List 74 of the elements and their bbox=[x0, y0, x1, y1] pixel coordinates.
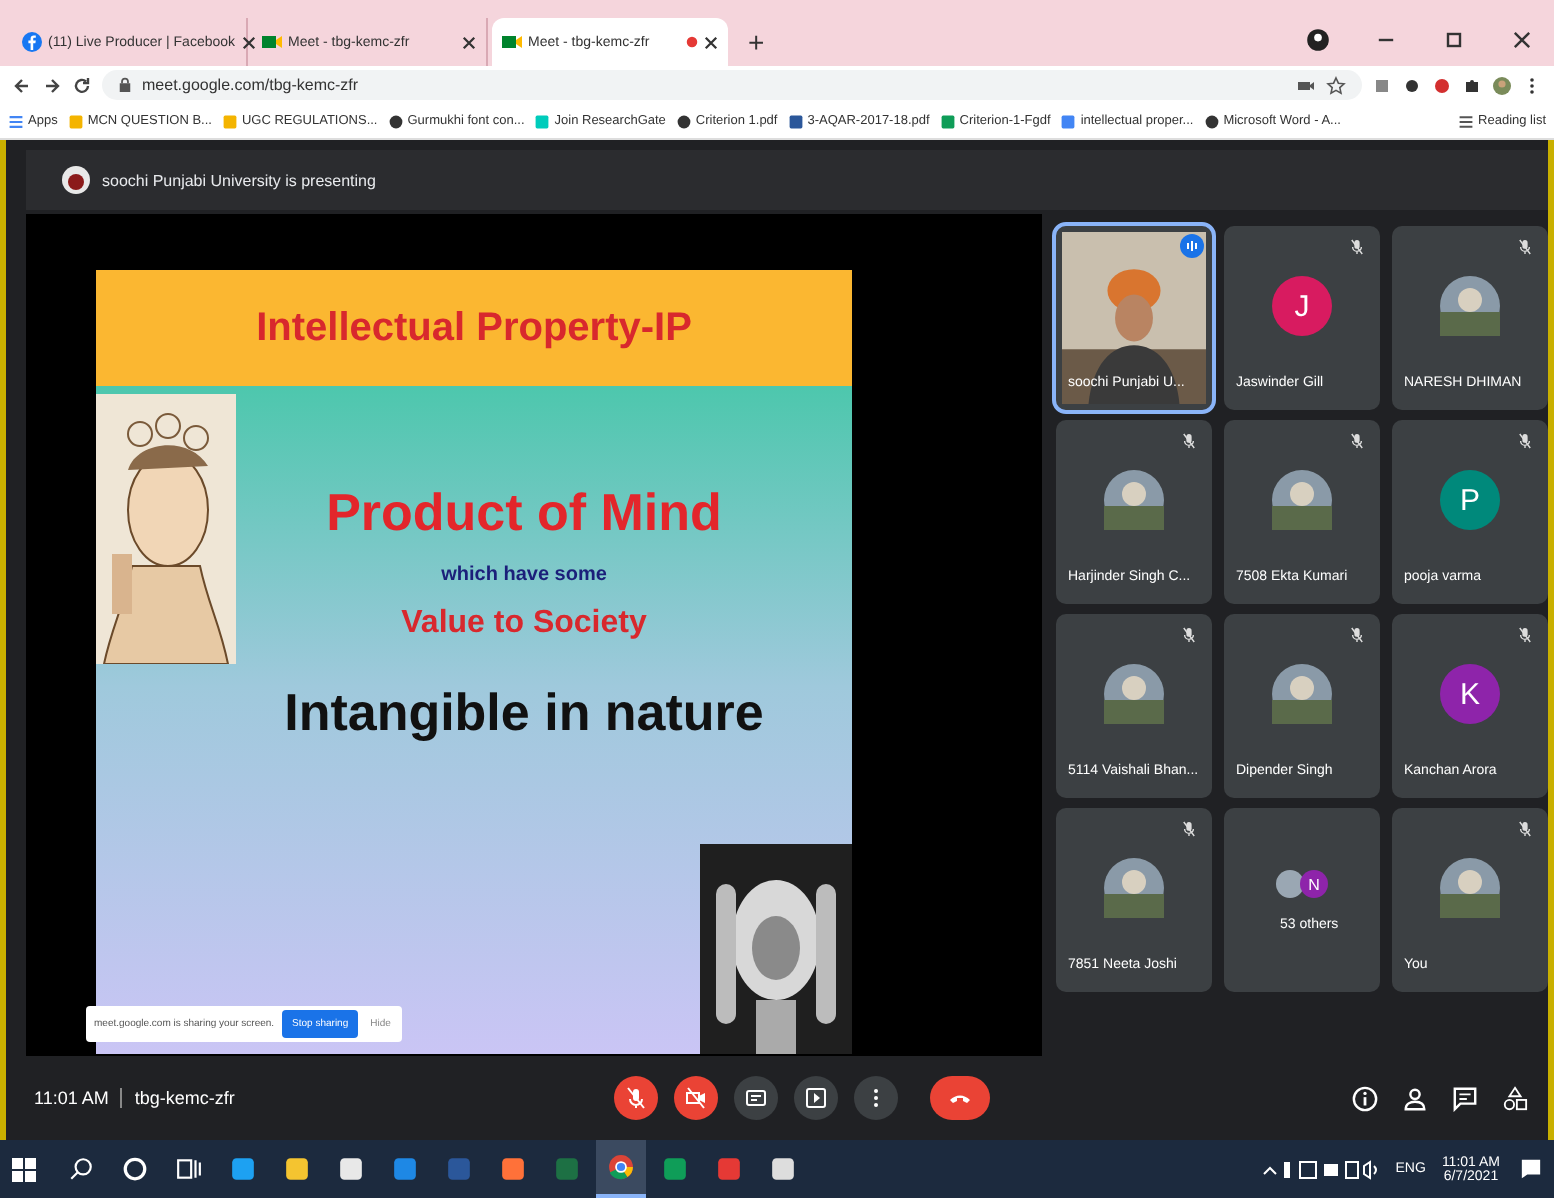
bookmark-icon bbox=[787, 113, 804, 129]
slide-statement: Intangible in nature bbox=[284, 682, 764, 744]
bookmark-icon bbox=[221, 113, 238, 129]
app-icon bbox=[770, 1156, 796, 1182]
folder-icon bbox=[67, 113, 84, 129]
more-button[interactable] bbox=[854, 1076, 898, 1120]
app-icon bbox=[338, 1156, 364, 1182]
chat-icon[interactable] bbox=[1452, 1085, 1478, 1111]
app-icon bbox=[500, 1156, 526, 1182]
globe-icon bbox=[1203, 113, 1220, 129]
camera-icon bbox=[262, 32, 282, 52]
camera-icon bbox=[502, 32, 522, 52]
forward-icon[interactable] bbox=[42, 75, 62, 95]
letter-avatar: P bbox=[1440, 470, 1500, 530]
app-icon bbox=[662, 1156, 688, 1182]
address-bar[interactable]: meet.google.com/tbg-kemc-zfr bbox=[102, 70, 1362, 100]
list-icon bbox=[1458, 113, 1475, 129]
present-icon bbox=[804, 1086, 828, 1110]
app-icon bbox=[716, 1156, 742, 1182]
task-view-icon bbox=[176, 1156, 202, 1182]
app-icon bbox=[554, 1156, 580, 1182]
close-icon[interactable] bbox=[704, 35, 718, 49]
meeting-code: tbg-kemc-zfr bbox=[134, 1088, 235, 1108]
bookmark-icon bbox=[534, 113, 551, 129]
maximize-icon[interactable] bbox=[1442, 28, 1466, 52]
search-icon bbox=[68, 1156, 94, 1182]
notification-icon[interactable] bbox=[1520, 1158, 1542, 1180]
new-tab-button[interactable]: + bbox=[732, 26, 781, 66]
end-call-button[interactable] bbox=[930, 1076, 990, 1120]
speaking-icon bbox=[1180, 234, 1204, 258]
close-icon[interactable] bbox=[1510, 28, 1534, 52]
mic-off-icon bbox=[624, 1086, 648, 1110]
bookmark-icon bbox=[1060, 113, 1077, 129]
slide-tagline: Value to Society bbox=[401, 606, 647, 642]
close-icon[interactable] bbox=[462, 35, 476, 49]
presenting-text: soochi Punjabi University is presenting bbox=[102, 171, 376, 189]
close-icon[interactable] bbox=[241, 35, 256, 49]
chrome-icon bbox=[608, 1154, 634, 1180]
slide-heading: Product of Mind bbox=[326, 482, 722, 544]
captions-icon bbox=[744, 1086, 768, 1110]
star-icon[interactable] bbox=[1326, 75, 1346, 95]
avatar-icon bbox=[62, 166, 90, 194]
letter-avatar: J bbox=[1272, 276, 1332, 336]
avatar-icon bbox=[1276, 870, 1304, 898]
windows-start-icon[interactable] bbox=[12, 1157, 36, 1181]
tray-icons[interactable] bbox=[1259, 1157, 1380, 1181]
app-icon bbox=[446, 1156, 472, 1182]
letter-avatar: K bbox=[1440, 664, 1500, 724]
facebook-icon bbox=[22, 32, 42, 52]
present-button[interactable] bbox=[794, 1076, 838, 1120]
shapes-icon[interactable] bbox=[1502, 1085, 1528, 1111]
circle-icon bbox=[122, 1156, 148, 1182]
people-icon[interactable] bbox=[1402, 1085, 1428, 1111]
avatar-icon[interactable] bbox=[1492, 75, 1512, 95]
mic-button[interactable] bbox=[614, 1076, 658, 1120]
camera-button[interactable] bbox=[674, 1076, 718, 1120]
meeting-time: 11:01 AM bbox=[34, 1088, 109, 1108]
app-icon bbox=[284, 1156, 310, 1182]
captions-button[interactable] bbox=[734, 1076, 778, 1120]
profile-icon[interactable] bbox=[1306, 28, 1330, 52]
info-icon[interactable] bbox=[1352, 1085, 1378, 1111]
globe-icon bbox=[675, 113, 692, 129]
back-icon[interactable] bbox=[12, 75, 32, 95]
app-icon bbox=[230, 1156, 256, 1182]
app-icon bbox=[392, 1156, 418, 1182]
globe-icon bbox=[387, 113, 404, 129]
grid-icon bbox=[8, 113, 24, 129]
reload-icon[interactable] bbox=[72, 75, 92, 95]
slide-subtitle: which have some bbox=[441, 564, 607, 586]
bookmark-icon bbox=[939, 113, 956, 129]
letter-avatar: N bbox=[1300, 870, 1328, 898]
slide-title-band: Intellectual Property-IP bbox=[96, 270, 852, 386]
camera-off-icon bbox=[684, 1086, 708, 1110]
lock-icon bbox=[118, 76, 132, 94]
